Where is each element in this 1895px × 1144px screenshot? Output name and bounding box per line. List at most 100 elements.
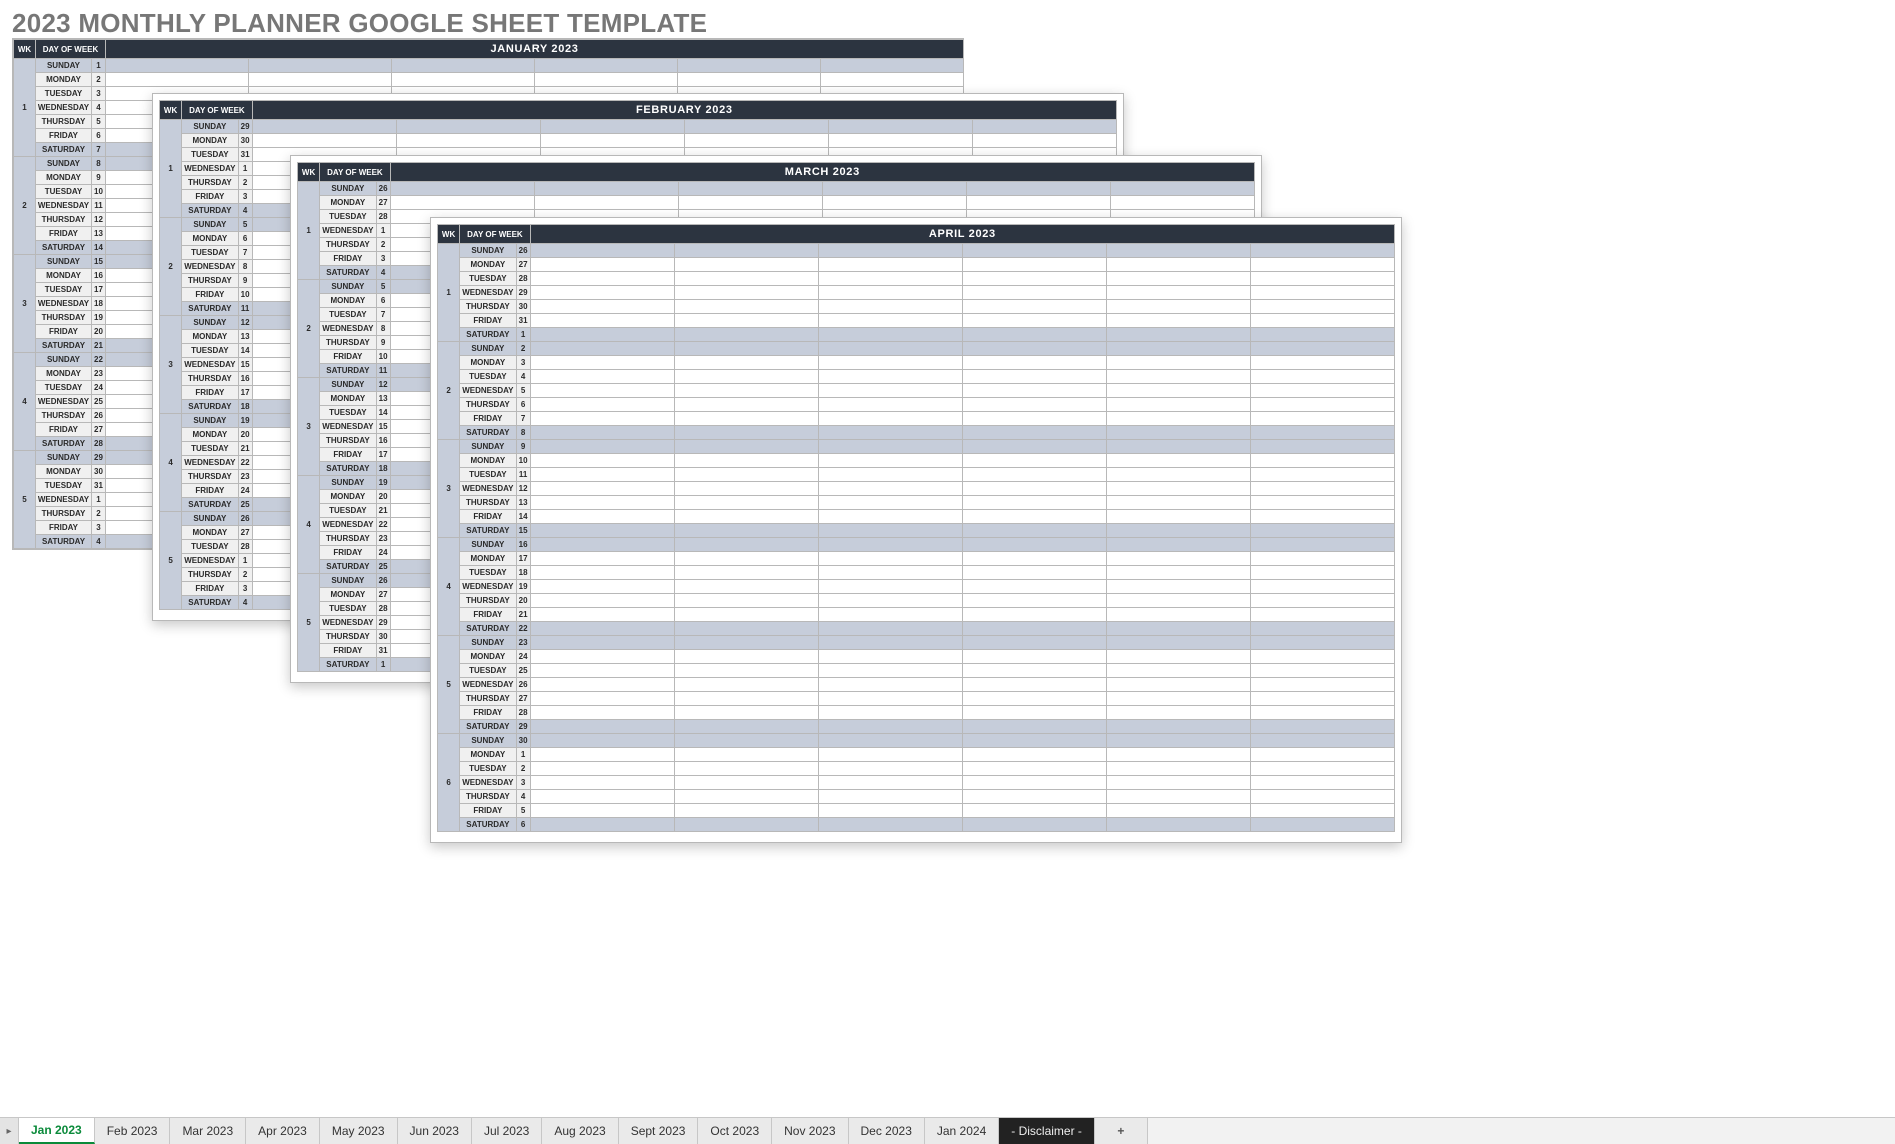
planner-slot[interactable] — [530, 594, 674, 608]
planner-slot[interactable] — [821, 59, 964, 73]
planner-slot[interactable] — [530, 286, 674, 300]
planner-slot[interactable] — [818, 636, 962, 650]
planner-slot[interactable] — [962, 384, 1106, 398]
planner-slot[interactable] — [1106, 678, 1250, 692]
planner-slot[interactable] — [1106, 384, 1250, 398]
planner-slot[interactable] — [1106, 510, 1250, 524]
planner-slot[interactable] — [535, 73, 678, 87]
planner-slot[interactable] — [674, 566, 818, 580]
planner-slot[interactable] — [530, 300, 674, 314]
planner-slot[interactable] — [1250, 398, 1394, 412]
planner-slot[interactable] — [818, 482, 962, 496]
planner-slot[interactable] — [962, 440, 1106, 454]
planner-slot[interactable] — [962, 356, 1106, 370]
planner-slot[interactable] — [962, 622, 1106, 636]
planner-slot[interactable] — [1250, 272, 1394, 286]
planner-slot[interactable] — [822, 182, 966, 196]
planner-slot[interactable] — [818, 342, 962, 356]
planner-slot[interactable] — [1250, 524, 1394, 538]
planner-slot[interactable] — [818, 314, 962, 328]
planner-slot[interactable] — [818, 734, 962, 748]
planner-slot[interactable] — [962, 524, 1106, 538]
planner-slot[interactable] — [674, 412, 818, 426]
planner-slot[interactable] — [249, 59, 392, 73]
planner-slot[interactable] — [1106, 706, 1250, 720]
planner-slot[interactable] — [962, 426, 1106, 440]
planner-slot[interactable] — [1106, 538, 1250, 552]
planner-slot[interactable] — [530, 566, 674, 580]
planner-slot[interactable] — [530, 328, 674, 342]
planner-slot[interactable] — [1250, 538, 1394, 552]
planner-slot[interactable] — [822, 196, 966, 210]
planner-slot[interactable] — [530, 664, 674, 678]
planner-slot[interactable] — [1250, 622, 1394, 636]
planner-slot[interactable] — [1250, 328, 1394, 342]
planner-slot[interactable] — [962, 636, 1106, 650]
planner-slot[interactable] — [1106, 440, 1250, 454]
planner-slot[interactable] — [1250, 314, 1394, 328]
planner-slot[interactable] — [962, 776, 1106, 790]
planner-slot[interactable] — [530, 258, 674, 272]
planner-slot[interactable] — [1106, 328, 1250, 342]
planner-slot[interactable] — [530, 454, 674, 468]
planner-slot[interactable] — [828, 120, 972, 134]
planner-slot[interactable] — [962, 300, 1106, 314]
sheet-tab[interactable]: Sept 2023 — [619, 1118, 699, 1144]
planner-slot[interactable] — [678, 182, 822, 196]
planner-slot[interactable] — [818, 776, 962, 790]
planner-slot[interactable] — [1106, 552, 1250, 566]
planner-slot[interactable] — [1106, 412, 1250, 426]
planner-slot[interactable] — [818, 804, 962, 818]
planner-slot[interactable] — [818, 664, 962, 678]
planner-slot[interactable] — [818, 384, 962, 398]
planner-slot[interactable] — [818, 244, 962, 258]
planner-slot[interactable] — [530, 790, 674, 804]
planner-slot[interactable] — [1250, 664, 1394, 678]
planner-slot[interactable] — [530, 776, 674, 790]
planner-slot[interactable] — [530, 342, 674, 356]
planner-slot[interactable] — [674, 496, 818, 510]
planner-slot[interactable] — [1250, 356, 1394, 370]
planner-slot[interactable] — [530, 272, 674, 286]
planner-slot[interactable] — [530, 468, 674, 482]
planner-slot[interactable] — [1250, 566, 1394, 580]
planner-slot[interactable] — [818, 552, 962, 566]
planner-slot[interactable] — [962, 468, 1106, 482]
planner-slot[interactable] — [1250, 454, 1394, 468]
planner-slot[interactable] — [818, 720, 962, 734]
planner-slot[interactable] — [1106, 314, 1250, 328]
planner-slot[interactable] — [818, 580, 962, 594]
planner-slot[interactable] — [1106, 524, 1250, 538]
planner-slot[interactable] — [818, 370, 962, 384]
planner-slot[interactable] — [1250, 384, 1394, 398]
planner-slot[interactable] — [972, 120, 1116, 134]
planner-slot[interactable] — [252, 134, 396, 148]
planner-slot[interactable] — [530, 356, 674, 370]
planner-slot[interactable] — [1250, 706, 1394, 720]
planner-slot[interactable] — [962, 594, 1106, 608]
planner-slot[interactable] — [674, 636, 818, 650]
planner-slot[interactable] — [1106, 580, 1250, 594]
planner-slot[interactable] — [674, 384, 818, 398]
planner-slot[interactable] — [530, 370, 674, 384]
planner-slot[interactable] — [962, 734, 1106, 748]
planner-slot[interactable] — [530, 412, 674, 426]
planner-slot[interactable] — [1106, 468, 1250, 482]
planner-slot[interactable] — [1250, 300, 1394, 314]
planner-slot[interactable] — [678, 73, 821, 87]
planner-slot[interactable] — [674, 524, 818, 538]
planner-slot[interactable] — [674, 482, 818, 496]
planner-slot[interactable] — [674, 426, 818, 440]
planner-slot[interactable] — [396, 134, 540, 148]
planner-slot[interactable] — [818, 706, 962, 720]
planner-slot[interactable] — [535, 59, 678, 73]
planner-slot[interactable] — [1250, 580, 1394, 594]
planner-slot[interactable] — [1106, 818, 1250, 832]
planner-slot[interactable] — [962, 650, 1106, 664]
planner-slot[interactable] — [530, 608, 674, 622]
planner-slot[interactable] — [962, 286, 1106, 300]
planner-slot[interactable] — [962, 328, 1106, 342]
planner-slot[interactable] — [674, 664, 818, 678]
planner-slot[interactable] — [1250, 426, 1394, 440]
planner-slot[interactable] — [530, 678, 674, 692]
